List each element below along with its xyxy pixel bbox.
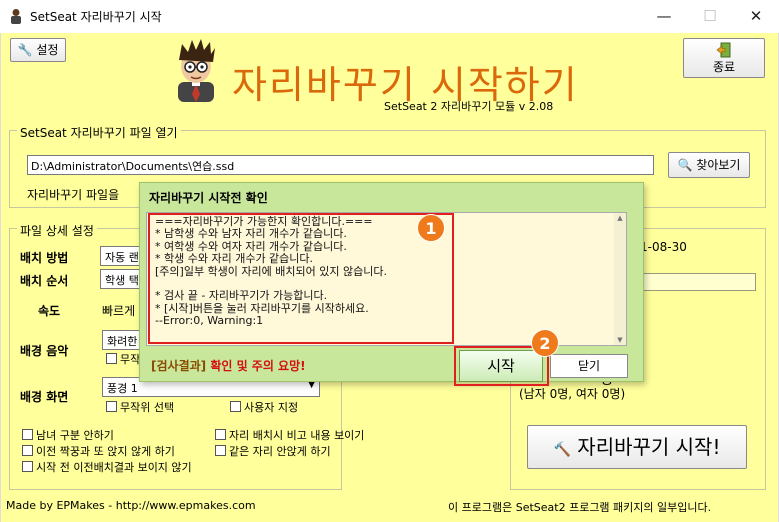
scroll-up-icon[interactable]: ▲ — [614, 213, 626, 223]
step-badge-1: 1 — [417, 214, 445, 242]
close-window-button[interactable]: ✕ — [733, 0, 779, 33]
random-select-label: 무작위 선택 — [120, 401, 175, 414]
file-path-input[interactable]: D:\Administrator\Documents\연습.ssd — [27, 155, 654, 175]
speed-value[interactable]: 빠르게 — [102, 302, 135, 319]
user-specified-label: 사용자 지정 — [244, 401, 299, 414]
mascot-icon — [178, 39, 215, 102]
result-header: [검사결과] — [151, 359, 207, 373]
option-checkbox-0[interactable]: 남녀 구분 안하기 — [22, 427, 114, 443]
placement-method-select[interactable]: 자동 랜 — [100, 246, 140, 266]
option-checkbox-2[interactable]: 이전 짝꿍과 또 앉지 않게 하기 — [22, 443, 175, 459]
background-music-label: 배경 음악 — [20, 344, 69, 358]
placement-order-label: 배치 순서 — [20, 274, 69, 288]
hammer-icon: 🔨 — [553, 442, 571, 458]
file-status-text: 자리바꾸기 파일을 — [27, 188, 120, 202]
music-random-label: 무작 — [120, 353, 141, 366]
exit-door-icon — [716, 42, 731, 58]
option-label-0: 남녀 구분 안하기 — [36, 429, 114, 442]
option-checkbox-1[interactable]: 자리 배치시 비고 내용 보이기 — [215, 427, 364, 443]
background-screen-label: 배경 화면 — [20, 390, 69, 404]
option-label-3: 같은 자리 안앉게 하기 — [229, 445, 331, 458]
option-label-4: 시작 전 이전배치결과 보이지 않기 — [36, 461, 192, 474]
user-specified-checkbox[interactable]: 사용자 지정 — [230, 399, 298, 415]
dialog-start-button[interactable]: 시작 — [459, 350, 543, 382]
minimize-button[interactable]: — — [641, 0, 687, 33]
random-select-checkbox[interactable]: 무작위 선택 — [106, 399, 174, 415]
browse-button[interactable]: 🔍 찾아보기 — [668, 152, 750, 178]
scroll-down-icon[interactable]: ▼ — [614, 335, 626, 345]
option-checkbox-4[interactable]: 시작 전 이전배치결과 보이지 않기 — [22, 459, 192, 475]
background-screen-value: 풍경 1 — [107, 382, 138, 395]
dialog-close-button[interactable]: 닫기 — [550, 354, 628, 378]
highlight-box-log — [148, 213, 454, 344]
log-scrollbar[interactable] — [614, 213, 626, 345]
option-label-1: 자리 배치시 비고 내용 보이기 — [229, 429, 365, 442]
exit-button-label: 종료 — [712, 60, 736, 74]
settings-button-label: 설정 — [36, 43, 59, 57]
footer-credit: Made by EPMakes - http://www.epmakes.com — [6, 499, 256, 512]
module-version: SetSeat 2 자리바꾸기 모듈 v 2.08 — [384, 100, 554, 113]
settings-button[interactable]: 🔧 설정 — [10, 38, 66, 62]
window-title: SetSeat 자리바꾸기 시작 — [30, 10, 162, 24]
maximize-button[interactable]: ☐ — [687, 0, 733, 33]
detail-settings-group-label: 파일 상세 설정 — [17, 222, 97, 239]
background-music-select[interactable]: 화려한 — [102, 330, 140, 350]
option-label-2: 이전 짝꿍과 또 앉지 않게 하기 — [36, 445, 175, 458]
option-checkbox-3[interactable]: 같은 자리 안앉게 하기 — [215, 443, 331, 459]
file-date-text: 1-08-30 — [640, 240, 687, 254]
wrench-icon: 🔧 — [17, 43, 33, 57]
magnifier-icon: 🔍 — [677, 158, 693, 172]
student-count-text: (남자 0명, 여자 0명) — [519, 387, 626, 401]
title-bar: SetSeat 자리바꾸기 시작 — ☐ ✕ — [0, 0, 779, 33]
result-line: [검사결과] 확인 및 주의 요망! — [151, 357, 306, 374]
placement-method-label: 배치 방법 — [20, 251, 69, 265]
app-icon — [11, 9, 21, 24]
start-shuffle-button-label: 자리바꾸기 시작! — [577, 435, 721, 459]
start-shuffle-button[interactable]: 🔨 자리바꾸기 시작! — [527, 425, 747, 469]
footer-note: 이 프로그램은 SetSeat2 프로그램 패키지의 일부입니다. — [448, 501, 712, 514]
dialog-title: 자리바꾸기 시작전 확인 — [149, 191, 268, 205]
browse-button-label: 찾아보기 — [696, 158, 741, 172]
result-text: 확인 및 주의 요망! — [210, 359, 306, 373]
placement-order-select[interactable]: 학생 택 — [100, 269, 140, 289]
exit-button[interactable]: 종료 — [683, 38, 765, 78]
speed-label: 속도 — [38, 304, 61, 318]
file-open-group-label: SetSeat 자리바꾸기 파일 열기 — [17, 124, 181, 141]
step-badge-2: 2 — [531, 329, 559, 357]
music-random-checkbox[interactable]: 무작 — [106, 351, 140, 367]
